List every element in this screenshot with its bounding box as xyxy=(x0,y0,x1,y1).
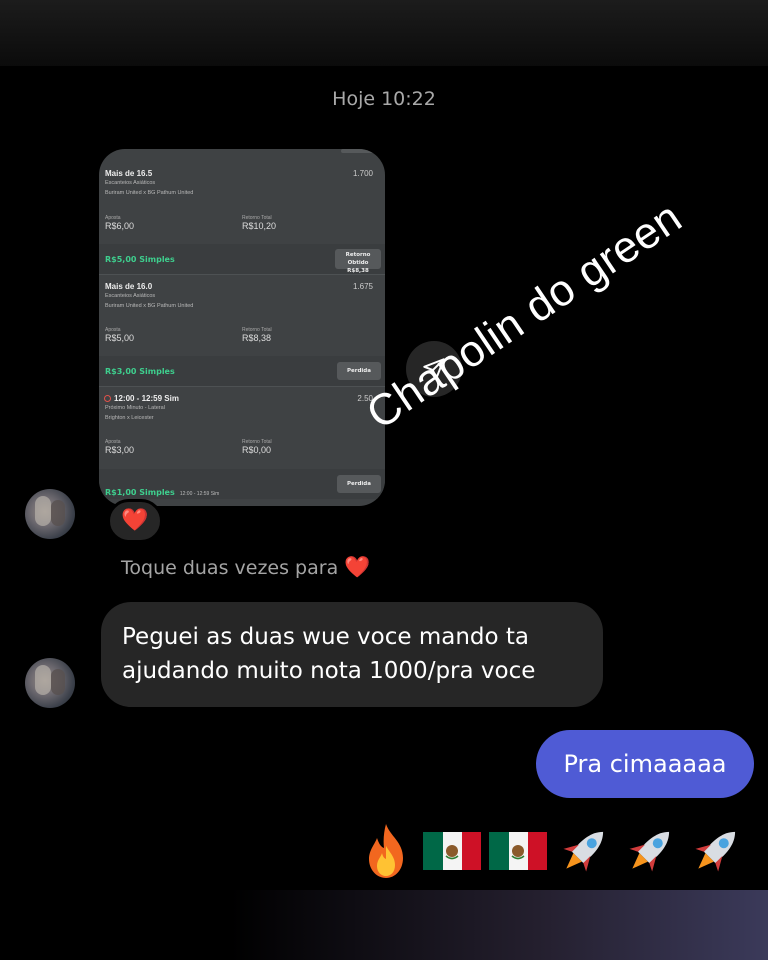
heart-reaction-icon: ❤️ xyxy=(121,508,149,533)
heart-icon: ❤️ xyxy=(344,555,371,579)
avatar[interactable] xyxy=(25,489,75,539)
bet-strip-1: R$5,00 Simples Retorno Obtido R$8,38 xyxy=(99,244,385,274)
return-value: R$10,20 xyxy=(242,221,277,231)
divider xyxy=(99,386,385,387)
bottom-shade xyxy=(0,890,768,960)
incoming-message-bubble[interactable]: Peguei as duas wue voce mando ta ajudand… xyxy=(101,602,603,707)
live-dot-icon xyxy=(104,395,111,402)
avatar-figure xyxy=(51,669,65,695)
strip-label-wrap: R$1,00 Simples 12:00 - 12:59 Sim xyxy=(105,480,219,499)
avatar[interactable] xyxy=(25,658,75,708)
reaction-badge[interactable]: ❤️ xyxy=(107,499,163,543)
outgoing-message-text: Pra cimaaaaa xyxy=(563,750,727,778)
hint-text: Toque duas vezes para xyxy=(121,556,339,579)
strip-label: R$1,00 Simples xyxy=(105,488,175,497)
incoming-message-text: Peguei as duas wue voce mando ta ajudand… xyxy=(122,624,536,684)
bet-title: Mais de 16.0 xyxy=(105,282,153,291)
bet-title: 12:00 - 12:59 Sim xyxy=(104,394,379,403)
mexico-flag-icon xyxy=(423,832,481,870)
bet-1: Mais de 16.5 1.700 Escanteios Asiáticos … xyxy=(105,169,379,198)
bet-3: 12:00 - 12:59 Sim 2.50 Próximo Minuto - … xyxy=(104,394,379,423)
timestamp: Hoje 10:22 xyxy=(332,88,436,110)
lost-button: Perdida xyxy=(337,475,381,493)
stake-value: R$5,00 xyxy=(105,333,135,343)
top-cut-button xyxy=(341,149,381,153)
bet-strip-2: R$3,00 Simples Perdida xyxy=(99,356,385,386)
avatar-figure xyxy=(35,496,51,526)
strip-label: R$5,00 Simples xyxy=(105,255,175,264)
bet-odd: 1.675 xyxy=(352,282,373,291)
bet-odd: 1.700 xyxy=(352,169,373,178)
fire-icon xyxy=(369,824,403,878)
divider xyxy=(99,274,385,275)
strip-label: R$3,00 Simples xyxy=(105,367,175,376)
stake-value: R$3,00 xyxy=(105,445,135,455)
shared-bet-screenshot[interactable]: Mais de 16.5 1.700 Escanteios Asiáticos … xyxy=(99,149,385,506)
avatar-figure xyxy=(35,665,51,695)
bet-market: Próximo Minuto - Lateral xyxy=(105,405,165,411)
emoji-message[interactable] xyxy=(357,820,745,882)
bet-2: Mais de 16.0 1.675 Escanteios Asiáticos … xyxy=(105,282,379,311)
return-value: R$0,00 xyxy=(242,445,272,455)
rocket-icon xyxy=(563,831,604,872)
bet-title: Mais de 16.5 xyxy=(105,169,153,178)
rocket-icon xyxy=(695,831,736,872)
bet-market: Escanteios Asiáticos xyxy=(105,293,156,299)
rocket-icon xyxy=(629,831,670,872)
strip-sub: 12:00 - 12:59 Sim xyxy=(179,491,220,497)
bet-match: Buriram United x BG Pathum United xyxy=(105,303,194,309)
bet-title-text: 12:00 - 12:59 Sim xyxy=(114,394,179,403)
bet-match: Buriram United x BG Pathum United xyxy=(105,190,194,196)
top-bar-shade xyxy=(0,0,768,66)
return-value: R$8,38 xyxy=(242,333,272,343)
bet-strip-3: R$1,00 Simples 12:00 - 12:59 Sim Perdida xyxy=(99,469,385,499)
lost-button: Perdida xyxy=(337,362,381,380)
bet-market: Escanteios Asiáticos xyxy=(105,180,156,186)
avatar-figure xyxy=(51,500,65,526)
outgoing-message-bubble[interactable]: Pra cimaaaaa xyxy=(536,730,754,798)
returned-button: Retorno Obtido R$8,38 xyxy=(335,249,381,274)
sticker-text: Chapolin do green xyxy=(358,192,691,439)
mexico-flag-icon xyxy=(489,832,547,870)
stake-value: R$6,00 xyxy=(105,221,135,231)
bet-match: Brighton x Leicester xyxy=(105,415,154,421)
double-tap-hint: Toque duas vezes para ❤️ xyxy=(121,555,370,580)
returned-label: Retorno Obtido xyxy=(345,252,371,266)
